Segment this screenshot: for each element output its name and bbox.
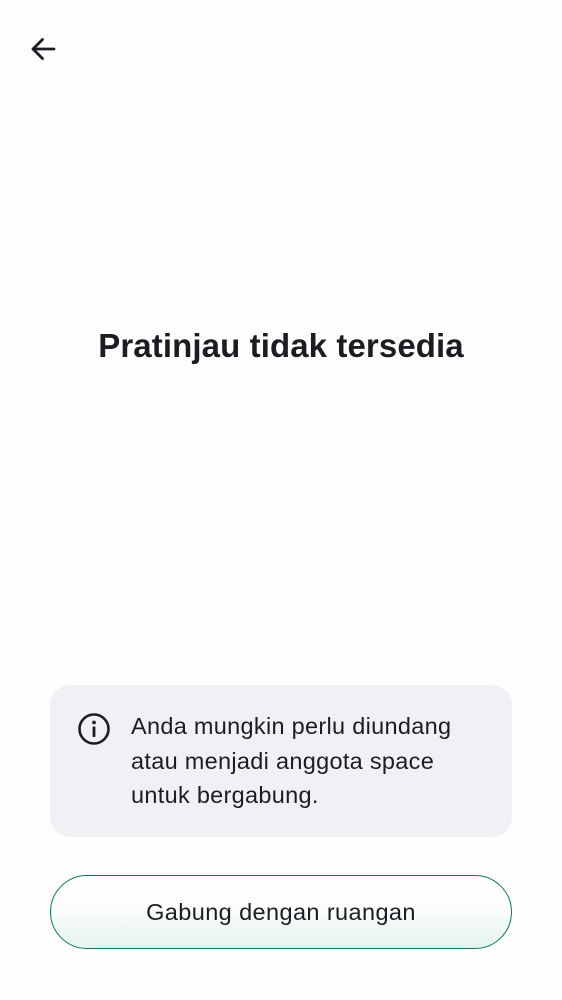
- info-message: Anda mungkin perlu diundang atau menjadi…: [131, 713, 452, 808]
- back-button[interactable]: [20, 26, 66, 72]
- info-icon: [78, 713, 110, 745]
- info-card: Anda mungkin perlu diundang atau menjadi…: [50, 685, 512, 837]
- join-room-button[interactable]: Gabung dengan ruangan: [50, 875, 512, 949]
- room-preview-screen: Pratinjau tidak tersedia Anda mungkin pe…: [0, 0, 562, 1000]
- join-room-button-label: Gabung dengan ruangan: [146, 898, 416, 925]
- page-title: Pratinjau tidak tersedia: [98, 327, 464, 364]
- arrow-left-icon: [31, 38, 56, 60]
